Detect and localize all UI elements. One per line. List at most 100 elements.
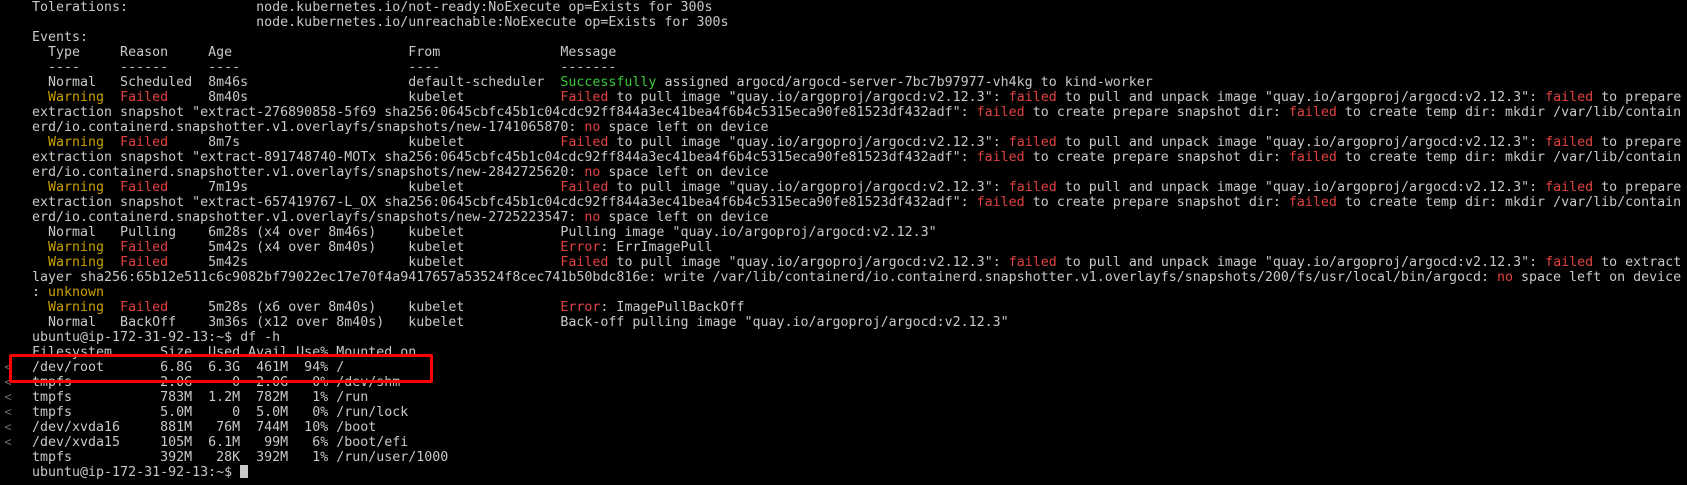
line-segment: Error <box>560 240 601 255</box>
line-segment: failed <box>1288 195 1337 210</box>
line-segment: to pull image "quay.io/argoproj/argocd:v… <box>608 90 1009 105</box>
line-segment: space left on device <box>1513 270 1682 285</box>
line-segment: : <box>32 285 49 300</box>
line-segment: Normal Pulling 6m28s (x4 over 8m46s) kub… <box>32 225 937 240</box>
line-segment: to prepare <box>1593 180 1682 195</box>
terminal-line: /dev/xvda16 881M 76M 744M 10% /boot <box>32 420 1682 435</box>
line-segment <box>32 90 48 105</box>
line-segment: failed <box>976 105 1025 120</box>
line-segment: Type Reason Age From Message <box>32 45 617 60</box>
line-segment: failed <box>1545 90 1594 105</box>
line-segment: to create prepare snapshot dir: <box>1024 150 1289 165</box>
terminal-line: Warning Failed 8m7s kubelet Failed to pu… <box>32 135 1682 150</box>
line-segment: to pull and unpack image "quay.io/argopr… <box>1056 90 1546 105</box>
line-segment: ---- ------ ---- ---- ------- <box>32 60 617 75</box>
terminal-line: layer sha256:65b12e511c6c9082bf79022ec17… <box>32 270 1682 285</box>
gutter-marker-icon: < <box>4 420 12 434</box>
line-segment: Failed <box>120 135 169 150</box>
line-segment: Failed <box>120 240 169 255</box>
terminal-line: /dev/xvda15 105M 6.1M 99M 6% /boot/efi <box>32 435 1682 450</box>
terminal-line: tmpfs 783M 1.2M 782M 1% /run <box>32 390 1682 405</box>
terminal-line: Warning Failed 5m42s (x4 over 8m40s) kub… <box>32 240 1682 255</box>
line-segment: to pull and unpack image "quay.io/argopr… <box>1056 180 1546 195</box>
line-segment: 5m42s kubelet <box>168 255 561 270</box>
line-segment: failed <box>1288 105 1337 120</box>
terminal-line: ---- ------ ---- ---- ------- <box>32 60 1682 75</box>
terminal-line: Tolerations: node.kubernetes.io/not-read… <box>32 0 1682 15</box>
terminal-line: Type Reason Age From Message <box>32 45 1682 60</box>
line-segment: failed <box>1008 255 1057 270</box>
line-segment: tmpfs 392M 28K 392M 1% /run/user/1000 <box>32 450 449 465</box>
line-segment: Filesystem Size Used Avail Use% Mounted … <box>32 345 417 360</box>
terminal-line: Normal Pulling 6m28s (x4 over 8m46s) kub… <box>32 225 1682 240</box>
gutter-marker-icon: < <box>4 390 12 404</box>
terminal-line: Normal Scheduled 8m46s default-scheduler… <box>32 75 1682 90</box>
line-segment: Warning <box>48 255 105 270</box>
line-segment: unknown <box>48 285 105 300</box>
line-segment: Failed <box>560 255 609 270</box>
terminal-line: erd/io.containerd.snapshotter.v1.overlay… <box>32 120 1682 135</box>
terminal-line: erd/io.containerd.snapshotter.v1.overlay… <box>32 210 1682 225</box>
terminal-line: extraction snapshot "extract-276890858-5… <box>32 105 1682 120</box>
line-segment: 5m42s (x4 over 8m40s) kubelet <box>168 240 561 255</box>
line-segment <box>32 240 48 255</box>
line-segment: extraction snapshot "extract-891748740-M… <box>32 150 977 165</box>
line-segment: 5m28s (x6 over 8m40s) kubelet <box>168 300 561 315</box>
terminal-line: : unknown <box>32 285 1682 300</box>
line-segment: Tolerations: node.kubernetes.io/not-read… <box>32 0 713 15</box>
line-segment: ubuntu@ip-172-31-92-13:~$ df -h <box>32 330 281 345</box>
terminal-window[interactable]: < < < < < < Tolerations: node.kubernetes.io/n… <box>0 0 1687 485</box>
line-segment: 8m7s kubelet <box>168 135 561 150</box>
line-segment: assigned argocd/argocd-server-7bc7b97977… <box>656 75 1153 90</box>
line-segment: to create temp dir: mkdir /var/lib/conta… <box>1336 150 1682 165</box>
terminal-line: node.kubernetes.io/unreachable:NoExecute… <box>32 15 1682 30</box>
line-segment: tmpfs 5.0M 0 5.0M 0% /run/lock <box>32 405 409 420</box>
terminal-line: Normal BackOff 3m36s (x12 over 8m40s) ku… <box>32 315 1682 330</box>
line-segment: Warning <box>48 240 105 255</box>
line-segment: failed <box>1545 255 1594 270</box>
terminal-line: tmpfs 5.0M 0 5.0M 0% /run/lock <box>32 405 1682 420</box>
terminal-line: tmpfs 392M 28K 392M 1% /run/user/1000 <box>32 450 1682 465</box>
line-segment: extraction snapshot "extract-276890858-5… <box>32 105 977 120</box>
terminal-line: ubuntu@ip-172-31-92-13:~$ <box>32 465 1682 480</box>
line-segment: Failed <box>560 180 609 195</box>
line-segment: failed <box>1008 90 1057 105</box>
line-segment: /dev/xvda16 881M 76M 744M 10% /boot <box>32 420 377 435</box>
line-segment: failed <box>976 195 1025 210</box>
line-segment: Normal BackOff 3m36s (x12 over 8m40s) ku… <box>32 315 1009 330</box>
line-segment: Failed <box>120 255 169 270</box>
gutter-marker-icon: < <box>4 375 12 389</box>
line-segment: layer sha256:65b12e511c6c9082bf79022ec17… <box>32 270 1497 285</box>
line-segment <box>32 300 48 315</box>
line-segment <box>104 180 120 195</box>
terminal-line: Warning Failed 7m19s kubelet Failed to p… <box>32 180 1682 195</box>
line-segment <box>32 180 48 195</box>
line-segment: to prepare <box>1593 135 1682 150</box>
line-segment <box>104 300 120 315</box>
line-segment: Warning <box>48 90 105 105</box>
line-segment: no <box>584 120 601 135</box>
line-segment: to pull image "quay.io/argoproj/argocd:v… <box>608 180 1009 195</box>
line-segment: to create prepare snapshot dir: <box>1024 105 1289 120</box>
line-segment <box>32 255 48 270</box>
line-segment: to create temp dir: mkdir /var/lib/conta… <box>1336 195 1682 210</box>
line-segment: no <box>1497 270 1514 285</box>
line-segment: failed <box>1545 180 1594 195</box>
line-segment: failed <box>1008 135 1057 150</box>
terminal-line: Filesystem Size Used Avail Use% Mounted … <box>32 345 1682 360</box>
terminal-line: Warning Failed 5m42s kubelet Failed to p… <box>32 255 1682 270</box>
line-segment: space left on device <box>600 165 769 180</box>
line-segment: to extract <box>1593 255 1682 270</box>
line-segment: no <box>584 165 601 180</box>
line-segment: Normal Scheduled 8m46s default-scheduler <box>32 75 561 90</box>
terminal-line: ubuntu@ip-172-31-92-13:~$ df -h <box>32 330 1682 345</box>
line-segment: failed <box>1008 180 1057 195</box>
line-segment: 7m19s kubelet <box>168 180 561 195</box>
line-segment: failed <box>1288 150 1337 165</box>
line-segment: Successfully <box>560 75 657 90</box>
line-segment: Failed <box>120 300 169 315</box>
line-segment <box>104 255 120 270</box>
terminal-line: tmpfs 2.0G 0 2.0G 0% /dev/shm <box>32 375 1682 390</box>
line-segment: to create temp dir: mkdir /var/lib/conta… <box>1336 105 1682 120</box>
gutter-marker-icon: < <box>4 435 12 449</box>
